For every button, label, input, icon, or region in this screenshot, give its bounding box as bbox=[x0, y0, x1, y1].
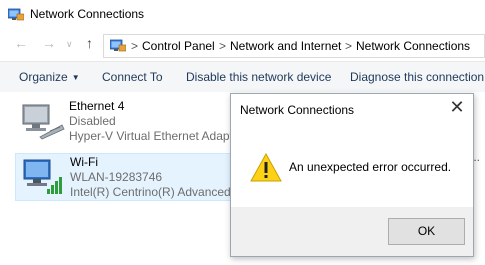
network-folder-icon bbox=[110, 39, 126, 52]
diagnose-connection-button[interactable]: Diagnose this connection bbox=[350, 70, 484, 84]
title-bar: Network Connections bbox=[0, 0, 485, 30]
close-icon[interactable]: ✕ bbox=[447, 97, 467, 117]
address-bar: ← → ∨ ↑ > Control Panel > Network and In… bbox=[0, 30, 485, 60]
connect-to-button[interactable]: Connect To bbox=[102, 70, 163, 84]
connection-name: Ethernet 4 bbox=[69, 99, 125, 113]
connection-item-ethernet-4[interactable]: Ethernet 4 Disabled Hyper-V Virtual Ethe… bbox=[15, 98, 245, 144]
connection-status: WLAN-19283746 bbox=[70, 170, 163, 184]
back-arrow-icon[interactable]: ← bbox=[14, 35, 28, 51]
warning-icon bbox=[250, 153, 282, 182]
chevron-down-icon[interactable]: ∨ bbox=[66, 39, 73, 50]
connection-item-wifi[interactable]: Wi-Fi WLAN-19283746 Intel(R) Centrino(R)… bbox=[15, 153, 247, 201]
disable-device-button[interactable]: Disable this network device bbox=[186, 70, 331, 84]
command-bar: Organize ▼ Connect To Disable this networ… bbox=[0, 61, 485, 93]
address-box[interactable]: > Control Panel > Network and Internet >… bbox=[103, 34, 485, 58]
organize-button[interactable]: Organize ▼ bbox=[19, 70, 80, 84]
network-folder-icon bbox=[8, 8, 24, 21]
connection-status: Disabled bbox=[69, 114, 116, 128]
breadcrumb-network-connections[interactable]: Network Connections bbox=[356, 39, 470, 53]
connection-device: Intel(R) Centrino(R) Advanced-N bbox=[70, 185, 244, 199]
organize-label: Organize bbox=[19, 70, 68, 84]
breadcrumb-separator: > bbox=[131, 39, 139, 53]
breadcrumb-separator: > bbox=[219, 39, 227, 53]
forward-arrow-icon[interactable]: → bbox=[42, 35, 56, 51]
window-title: Network Connections bbox=[30, 7, 145, 21]
breadcrumb-network-and-internet[interactable]: Network and Internet bbox=[230, 39, 341, 53]
connection-name: Wi-Fi bbox=[70, 155, 98, 169]
error-dialog: Network Connections ✕ An unexpected erro… bbox=[230, 93, 474, 257]
dialog-title: Network Connections bbox=[240, 103, 355, 117]
wifi-adapter-icon bbox=[23, 159, 62, 194]
caret-down-icon: ▼ bbox=[71, 73, 80, 82]
ok-button[interactable]: OK bbox=[388, 218, 465, 245]
up-arrow-icon[interactable]: ↑ bbox=[86, 35, 93, 51]
breadcrumb-separator: > bbox=[345, 39, 353, 53]
connection-device: Hyper-V Virtual Ethernet Adapte bbox=[69, 129, 240, 143]
dialog-message: An unexpected error occurred. bbox=[289, 160, 452, 174]
dialog-footer: OK bbox=[231, 207, 473, 256]
breadcrumb-control-panel[interactable]: Control Panel bbox=[142, 39, 215, 53]
ethernet-adapter-icon bbox=[22, 104, 65, 140]
